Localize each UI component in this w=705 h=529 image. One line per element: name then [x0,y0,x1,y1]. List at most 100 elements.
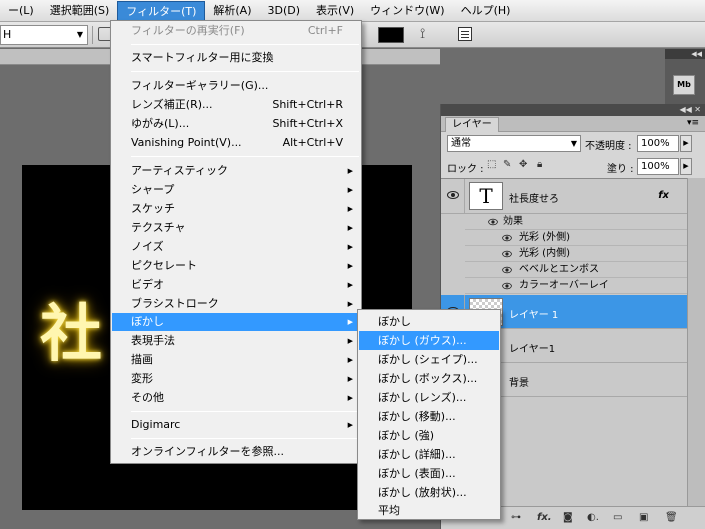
text-layer-thumbnail: T [469,182,503,210]
menu-item-surface-blur[interactable]: ぼかし (表面)... [359,464,499,483]
menu-item-brush-strokes[interactable]: ブラシストローク ▶ [112,295,360,313]
menu-item-stylize[interactable]: 表現手法 ▶ [112,332,360,350]
layer-name: レイヤー 1 [509,310,559,321]
menu-select[interactable]: 選択範囲(S) [42,1,118,21]
effects-label: 効果 [503,216,523,227]
effects-row[interactable]: 効果 [465,214,687,230]
menu-item-noise[interactable]: ノイズ ▶ [112,238,360,256]
fx-badge[interactable]: fx [658,190,669,201]
panel-menu-icon[interactable]: ▾≡ [687,118,699,128]
submenu-arrow-icon: ▶ [347,356,353,364]
layer-mask-icon[interactable]: ◙ [563,512,573,523]
menu-item-liquify[interactable]: ゆがみ(L)... Shift+Ctrl+X [112,115,360,133]
chevron-down-icon: ▼ [76,30,83,39]
character-panel-icon[interactable] [458,27,472,41]
eye-icon[interactable] [502,266,512,274]
menu-item-render[interactable]: 描画 ▶ [112,351,360,369]
menu-item-sketch[interactable]: スケッチ ▶ [112,200,360,218]
menu-filter[interactable]: フィルター(T) [117,0,206,21]
adjustment-layer-icon[interactable]: ◐. [587,512,599,523]
menu-item-shape-blur[interactable]: ぼかし (シェイプ)... [359,350,499,369]
menu-item-lens-correction[interactable]: レンズ補正(R)... Shift+Ctrl+R [112,96,360,114]
menu-item-digimarc[interactable]: Digimarc ▶ [112,416,360,434]
tool-preset-value: H [3,28,12,41]
fill-input[interactable]: 100% [637,158,679,175]
menu-item-artistic[interactable]: アーティスティック ▶ [112,162,360,180]
menu-item-pixelate[interactable]: ピクセレート ▶ [112,257,360,275]
blend-mode-select[interactable]: 通常 ▼ [447,135,581,152]
menu-item-label: シャープ [131,183,175,196]
menu-item-label: オンラインフィルターを参照... [131,445,284,458]
effect-item[interactable]: ベベルとエンボス [465,262,687,278]
effect-item[interactable]: カラーオーバーレイ [465,278,687,294]
menu-item-vanishing-point[interactable]: Vanishing Point(V)... Alt+Ctrl+V [112,134,360,152]
shortcut-label: Shift+Ctrl+R [272,98,343,111]
eye-icon[interactable] [488,218,498,226]
submenu-arrow-icon: ▶ [347,318,353,326]
menu-item-texture[interactable]: テクスチャ ▶ [112,219,360,237]
eye-icon[interactable] [502,234,512,242]
menu-item-convert-smart-filter[interactable]: スマートフィルター用に変換 [112,49,360,67]
menu-item-distort[interactable]: 変形 ▶ [112,370,360,388]
new-layer-icon[interactable]: ▣ [639,512,648,523]
menu-item-browse-online[interactable]: オンラインフィルターを参照... [112,443,360,461]
text-color-swatch[interactable] [378,27,404,43]
opacity-input[interactable]: 100% [637,135,679,152]
menu-item-video[interactable]: ビデオ ▶ [112,276,360,294]
menu-view[interactable]: 表示(V) [308,1,362,21]
collapse-icon[interactable]: ◀◀ [665,49,705,59]
eye-icon[interactable] [502,250,512,258]
menu-item-label: ピクセレート [131,259,197,272]
menu-item-other[interactable]: その他 ▶ [112,389,360,407]
menu-item-sharpen[interactable]: シャープ ▶ [112,181,360,199]
menu-item-smart-blur[interactable]: ぼかし (詳細)... [359,445,499,464]
panel-titlebar[interactable]: ◀◀ ✕ [441,104,705,116]
effect-item[interactable]: 光彩 (外側) [465,230,687,246]
submenu-arrow-icon: ▶ [347,224,353,232]
menu-item-filter-gallery[interactable]: フィルターギャラリー(G)... [112,77,360,95]
menu-item-motion-blur[interactable]: ぼかし (移動)... [359,407,499,426]
tool-preset-select[interactable]: H ▼ [0,25,88,45]
menu-item-blur-basic[interactable]: ぼかし [359,312,499,331]
submenu-arrow-icon: ▶ [347,394,353,402]
tab-layers[interactable]: レイヤー [445,117,499,132]
new-group-icon[interactable]: ▭ [613,512,622,523]
menu-item-average[interactable]: 平均 [359,501,499,520]
opacity-label: 不透明度 : [585,141,632,152]
menu-item-box-blur[interactable]: ぼかし (ボックス)... [359,369,499,388]
menu-3d[interactable]: 3D(D) [260,1,309,21]
fx-icon[interactable]: fx. [537,512,552,523]
menu-window[interactable]: ウィンドウ(W) [362,1,452,21]
submenu-arrow-icon: ▶ [347,205,353,213]
menu-item-gaussian-blur[interactable]: ぼかし (ガウス)... [359,331,499,350]
menu-item-blur[interactable]: ぼかし ▶ [112,313,360,331]
submenu-arrow-icon: ▶ [347,300,353,308]
lock-pixels-icon[interactable]: ✎ [503,159,511,170]
layer-row[interactable]: T 社長度せろ fx [441,179,687,214]
menu-item-lens-blur[interactable]: ぼかし (レンズ)... [359,388,499,407]
opacity-slider-button[interactable]: ▶ [680,135,692,152]
eye-icon[interactable] [502,282,512,290]
menu-item-label: ビデオ [131,278,164,291]
layer-list-scrollbar[interactable] [687,178,705,506]
effect-item[interactable]: 光彩 (内側) [465,246,687,262]
panel-tab-row: レイヤー ▾≡ [441,116,705,132]
submenu-arrow-icon: ▶ [347,243,353,251]
info-panel-button[interactable]: Mb [673,75,695,95]
fill-slider-button[interactable]: ▶ [680,158,692,175]
warp-text-icon[interactable]: ⟟ [420,26,425,42]
trash-icon[interactable]: 🗑︎ [665,512,678,523]
lock-position-icon[interactable]: ✥ [519,159,527,170]
eye-icon[interactable] [447,191,459,199]
menu-item-label: Vanishing Point(V)... [131,136,242,149]
lock-transparent-icon[interactable]: ⬚ [487,159,496,170]
menu-layer[interactable]: ー(L) [0,1,42,21]
menu-bar: ー(L) 選択範囲(S) フィルター(T) 解析(A) 3D(D) 表示(V) … [0,0,705,22]
menu-item-blur-more[interactable]: ぼかし (強) [359,426,499,445]
link-layers-icon[interactable]: ⊶ [511,512,521,523]
menu-analysis[interactable]: 解析(A) [205,1,259,21]
submenu-arrow-icon: ▶ [347,337,353,345]
menu-item-radial-blur[interactable]: ぼかし (放射状)... [359,483,499,502]
lock-all-icon[interactable]: 🔒︎ [537,159,542,170]
menu-help[interactable]: ヘルプ(H) [453,1,519,21]
